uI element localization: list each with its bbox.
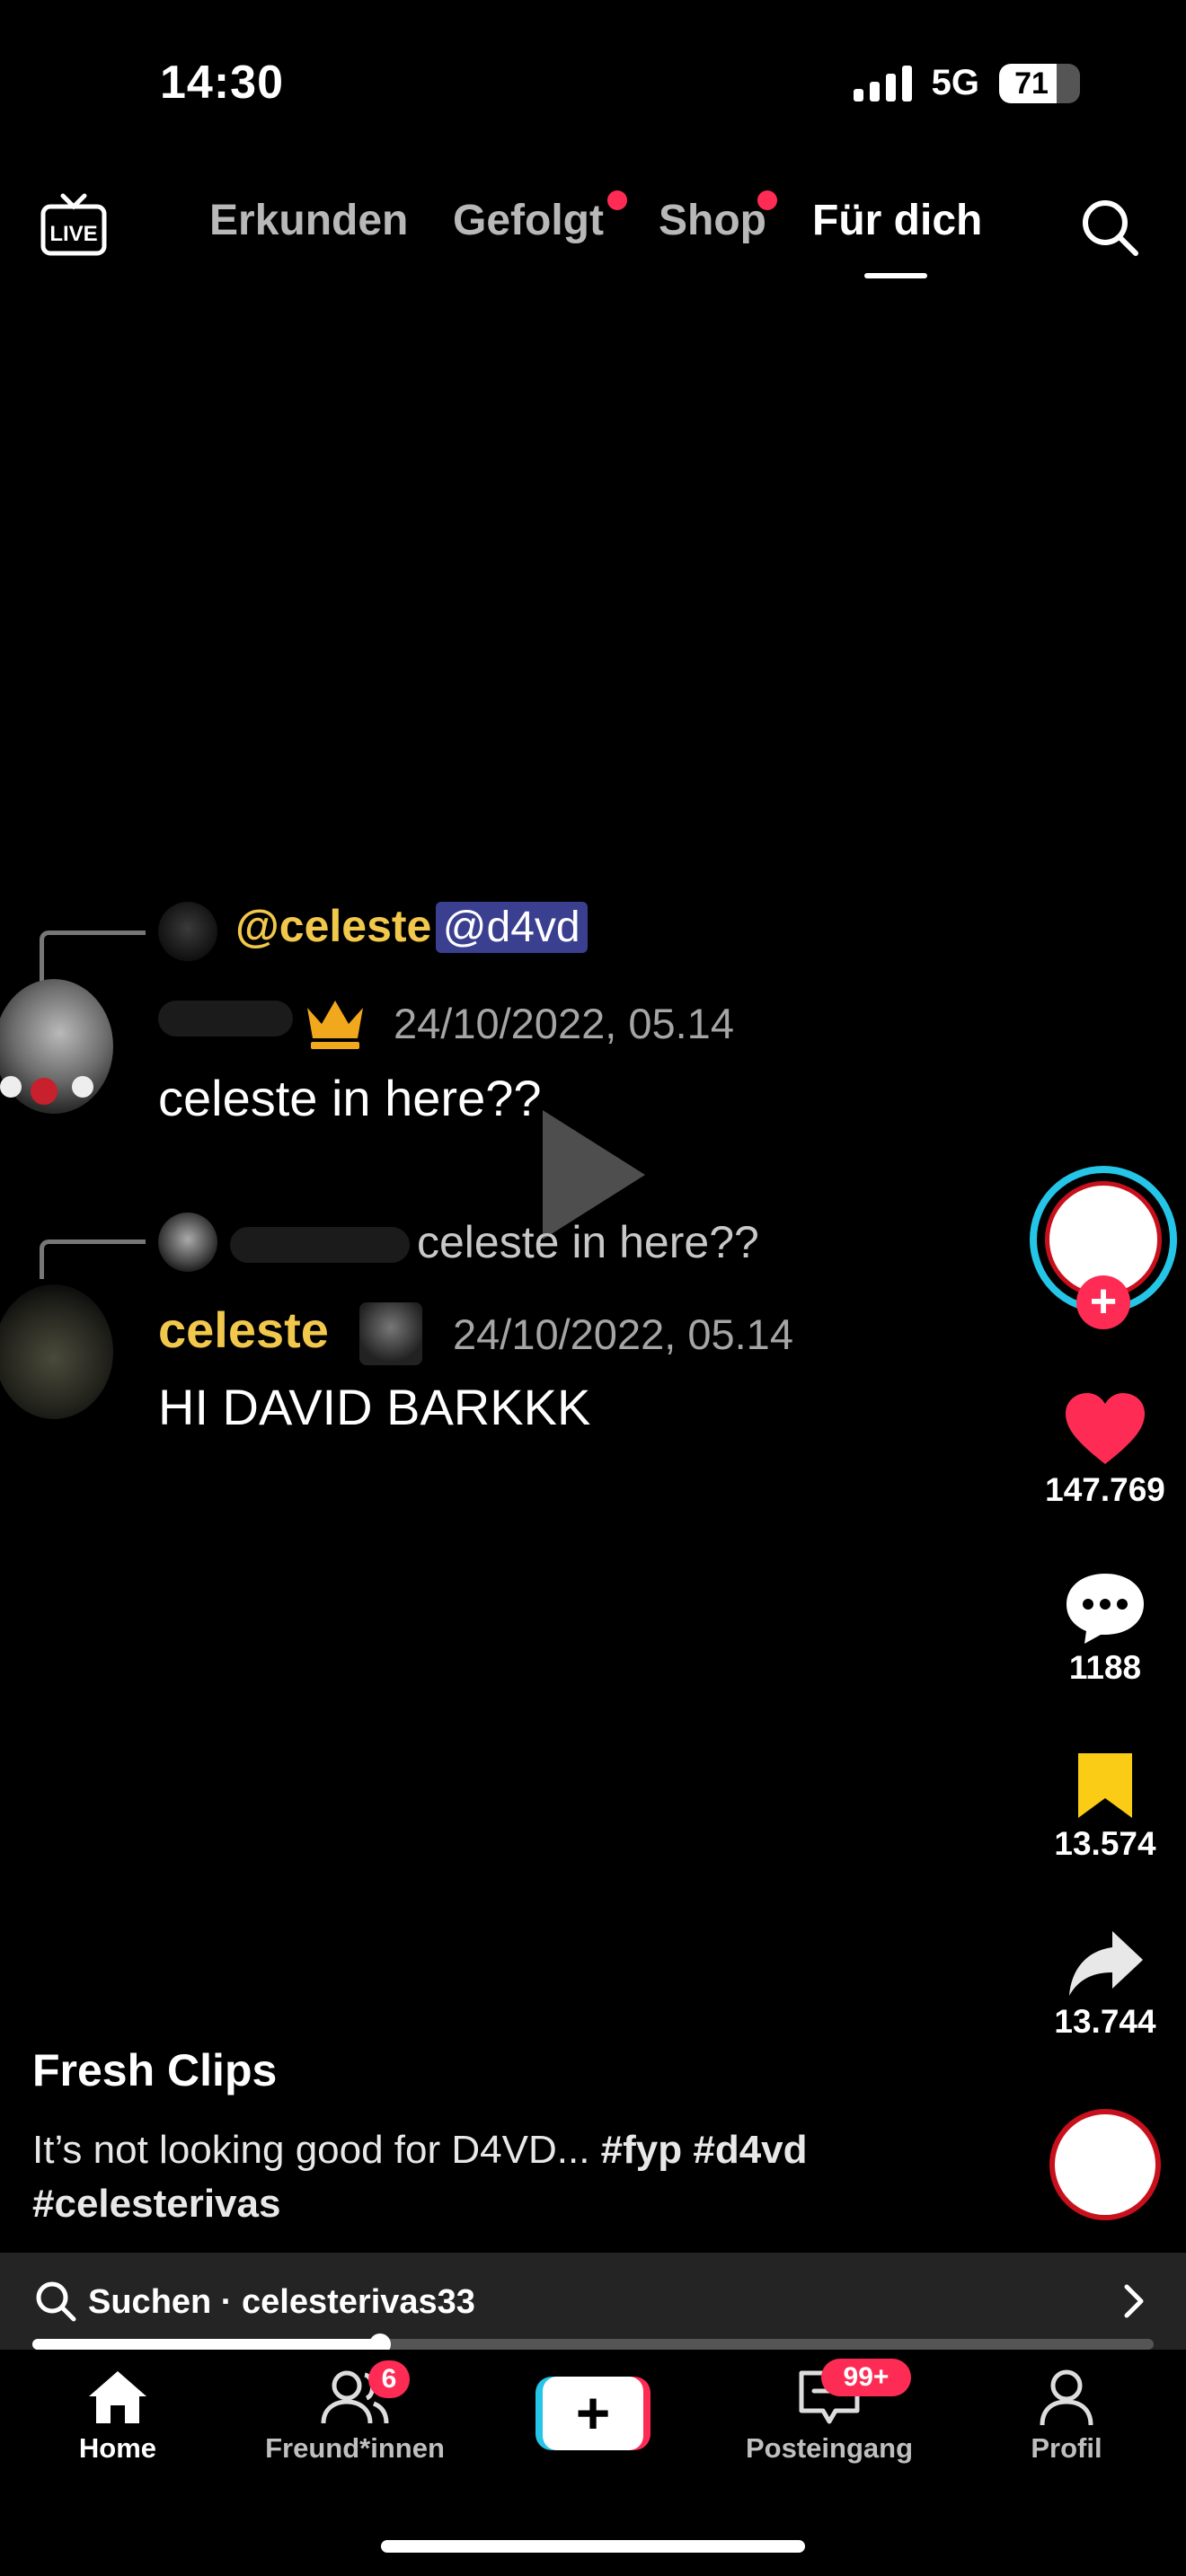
save-button[interactable]: 13.574 — [1033, 1750, 1177, 1863]
music-disc[interactable] — [1049, 2109, 1161, 2220]
notification-dot — [607, 190, 627, 210]
nav-friends[interactable]: Freund*innen — [247, 2368, 463, 2465]
message-timestamp: 24/10/2022, 05.14 — [394, 1000, 734, 1047]
video-progress-bar[interactable] — [32, 2333, 1154, 2355]
home-icon — [89, 2371, 146, 2423]
signal-icon — [853, 65, 912, 101]
play-icon[interactable] — [535, 1103, 652, 1247]
blurred-username — [230, 1227, 410, 1263]
inbox-badge: 99+ — [821, 2359, 911, 2396]
crown-icon — [307, 1001, 363, 1049]
status-indicators: 5G 71 — [853, 63, 1080, 103]
notification-dot — [757, 190, 777, 210]
tab-fur-dich[interactable]: Für dich — [812, 196, 982, 245]
share-icon — [1069, 1931, 1143, 1996]
heart-icon — [1066, 1393, 1145, 1464]
tab-gefolgt[interactable]: Gefolgt — [453, 190, 627, 245]
like-button[interactable]: 147.769 — [1033, 1390, 1177, 1509]
share-button[interactable]: 13.744 — [1033, 1928, 1177, 2041]
post-caption[interactable]: It’s not looking good for D4VD... #fyp #… — [32, 2123, 967, 2231]
share-count: 13.744 — [1054, 2003, 1156, 2040]
follow-button[interactable]: + — [1076, 1275, 1130, 1329]
tab-shop[interactable]: Shop — [659, 190, 777, 245]
create-button[interactable]: + — [535, 2377, 651, 2450]
message-timestamp: 24/10/2022, 05.14 — [453, 1310, 793, 1358]
post-author[interactable]: Fresh Clips — [32, 2044, 277, 2096]
message-author: celeste — [158, 1301, 329, 1358]
network-type: 5G — [931, 63, 979, 102]
tab-erkunden[interactable]: Erkunden — [209, 196, 408, 245]
like-count: 147.769 — [1045, 1471, 1165, 1508]
comment-button[interactable]: 1188 — [1033, 1570, 1177, 1687]
user-avatar — [0, 979, 113, 1114]
comment-icon — [1067, 1574, 1144, 1644]
nav-home[interactable]: Home — [10, 2368, 226, 2465]
user-avatar — [0, 1284, 113, 1419]
friends-badge: 6 — [368, 2360, 410, 2398]
plus-icon: + — [543, 2377, 643, 2450]
hashtag[interactable]: #celesterivas — [32, 2182, 280, 2226]
reply-connector — [40, 931, 146, 984]
blurred-username — [158, 1001, 293, 1037]
battery-level: 71 — [1014, 66, 1049, 101]
reply-avatar — [158, 1213, 217, 1272]
user-badge — [359, 1302, 422, 1365]
feed-tabs: Erkunden Gefolgt Shop Für dich — [0, 190, 1186, 277]
message-text: HI DAVID BARKKK — [158, 1379, 591, 1435]
hashtags[interactable]: #fyp #d4vd — [601, 2128, 808, 2172]
related-search-text: Suchen · celesterivas33 — [88, 2283, 475, 2321]
progress-fill — [32, 2339, 380, 2350]
video-frame[interactable]: @celeste @d4vd 24/10/2022, 05.14 celeste… — [0, 880, 1033, 1455]
status-time: 14:30 — [160, 57, 284, 109]
active-tab-indicator — [864, 273, 927, 278]
chevron-right-icon — [1124, 2284, 1144, 2318]
reply-connector — [40, 1239, 146, 1279]
battery-icon: 71 — [999, 63, 1080, 103]
save-count: 13.574 — [1054, 1825, 1156, 1862]
search-icon[interactable] — [1078, 196, 1141, 259]
profile-icon — [1040, 2369, 1093, 2426]
message-text: celeste in here?? — [158, 1070, 542, 1126]
bookmark-icon — [1078, 1753, 1132, 1818]
search-icon — [36, 2281, 76, 2322]
reply-avatar — [158, 902, 217, 961]
related-search-bar[interactable]: Suchen · celesterivas33 — [0, 2253, 1186, 2350]
home-indicator[interactable] — [381, 2540, 805, 2553]
comment-count: 1188 — [1068, 1649, 1142, 1686]
nav-profile[interactable]: Profil — [959, 2368, 1174, 2465]
reply-mention: @celeste @d4vd — [235, 900, 588, 953]
